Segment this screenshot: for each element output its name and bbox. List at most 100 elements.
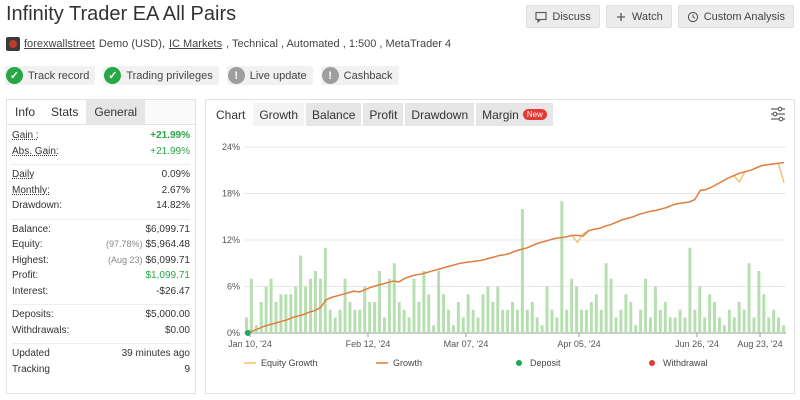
volume-bar	[476, 317, 480, 333]
volume-bar	[575, 286, 579, 333]
check-icon: ✓	[6, 67, 23, 84]
volume-bar	[560, 201, 564, 333]
broker-link[interactable]: IC Markets	[169, 38, 222, 50]
volume-bar	[378, 271, 381, 333]
stat-label: Equity:	[12, 239, 43, 251]
legend-deposit[interactable]: Deposit	[530, 358, 561, 368]
stat-label[interactable]: Gain :	[12, 130, 39, 141]
legend-withdrawal[interactable]: Withdrawal	[663, 358, 708, 368]
stats-panel: Info Stats General Gain : +21.99% Abs. Ga…	[6, 99, 196, 394]
watch-button[interactable]: Watch	[605, 5, 672, 28]
x-tick-label: Mar 07, '24	[444, 339, 489, 349]
volume-bar	[688, 247, 692, 333]
stat-label[interactable]: Daily	[12, 169, 34, 180]
tab-stats[interactable]: Stats	[43, 100, 87, 124]
tab-margin[interactable]: Margin New	[476, 103, 553, 126]
volume-bar	[663, 302, 667, 333]
volume-bar	[634, 325, 638, 333]
volume-bar	[752, 317, 756, 333]
volume-bar	[313, 271, 317, 333]
volume-bar	[373, 302, 377, 333]
stat-value: 2.67%	[161, 184, 190, 196]
divider	[12, 338, 190, 344]
volume-bar	[777, 317, 781, 333]
volume-bar	[358, 309, 362, 333]
avatar	[6, 37, 20, 51]
volume-bar	[486, 286, 490, 333]
equity-growth-line	[247, 162, 785, 334]
volume-bar	[304, 286, 308, 333]
volume-bar	[343, 278, 347, 333]
y-tick-label: 12%	[222, 235, 240, 245]
account-type: Demo (USD),	[98, 38, 165, 50]
volume-bar	[594, 294, 598, 333]
x-tick-label: Jan 10, '24	[228, 339, 272, 349]
x-tick-label: Jun 26, '24	[675, 339, 719, 349]
stat-deposits: Deposits: $5,000.00	[12, 307, 190, 323]
stat-label: Drawdown:	[12, 200, 63, 212]
volume-bar	[437, 271, 441, 333]
tab-balance[interactable]: Balance	[306, 103, 362, 126]
tab-growth[interactable]: Growth	[253, 103, 305, 126]
volume-bar	[530, 302, 534, 333]
badge-label: Live update	[249, 69, 307, 82]
volume-bar	[402, 309, 406, 333]
volume-bar	[442, 294, 446, 333]
x-tick-label: Aug 23, '24	[737, 339, 782, 349]
volume-bar	[461, 317, 465, 333]
badge-trading-privileges[interactable]: ✓ Trading privileges	[103, 66, 219, 85]
growth-chart[interactable]: 0% 6% 12% 18% 24% Jan 10, '24 Feb 12, '24 Mar 0…	[206, 135, 794, 393]
stat-label: Highest:	[12, 254, 49, 266]
filter-sliders-icon[interactable]	[770, 106, 786, 122]
chart-panel: Chart Growth Balance Profit Drawdown Mar…	[205, 99, 795, 394]
volume-bar	[614, 317, 618, 333]
volume-bar	[279, 294, 283, 333]
stat-profit: Profit: $1,099.71	[12, 268, 190, 284]
volume-bar	[417, 302, 421, 333]
volume-bar	[496, 286, 500, 333]
legend-growth[interactable]: Growth	[393, 358, 422, 368]
volume-bar	[397, 302, 401, 333]
stat-label: Updated	[12, 348, 50, 360]
user-link[interactable]: forexwallstreet	[24, 38, 95, 50]
volume-bar	[584, 309, 588, 333]
volume-bar	[456, 302, 460, 333]
badge-label: Cashback	[343, 69, 393, 82]
growth-line	[247, 161, 785, 334]
tab-profit[interactable]: Profit	[363, 103, 404, 126]
volume-bar	[535, 317, 539, 333]
legend-equity-growth[interactable]: Equity Growth	[261, 358, 318, 368]
stat-label[interactable]: Monthly:	[12, 185, 50, 196]
stats-list: Gain : +21.99% Abs. Gain: +21.99% Daily 0.0…	[7, 125, 195, 377]
badge-cashback[interactable]: ! Cashback	[320, 66, 399, 85]
custom-analysis-label: Custom Analysis	[703, 10, 785, 23]
tab-drawdown[interactable]: Drawdown	[405, 103, 475, 126]
volume-bar	[673, 317, 677, 333]
badge-track-record[interactable]: ✓ Track record	[5, 66, 96, 85]
tab-chart[interactable]: Chart	[210, 103, 252, 126]
stat-value: $6,099.71	[145, 223, 191, 235]
stat-label[interactable]: Abs. Gain:	[12, 146, 59, 157]
stat-monthly: Monthly: 2.67%	[12, 183, 190, 199]
volume-bar	[555, 317, 559, 333]
stat-label: Withdrawals:	[12, 324, 70, 336]
stat-value: $1,099.71	[145, 270, 191, 282]
tab-general[interactable]: General	[86, 100, 146, 124]
volume-bar	[348, 302, 352, 333]
volume-bar	[683, 317, 687, 333]
volume-bar	[422, 271, 426, 333]
volume-bar	[604, 263, 608, 333]
custom-analysis-button[interactable]: Custom Analysis	[677, 5, 794, 28]
badge-live-update[interactable]: ! Live update	[226, 66, 313, 85]
clock-icon	[687, 11, 698, 22]
volume-bar	[727, 309, 731, 333]
volume-bar	[747, 263, 751, 333]
stat-highest: Highest: (Aug 23) $6,099.71	[12, 253, 190, 269]
discuss-button[interactable]: Discuss	[526, 5, 600, 28]
volume-bar	[737, 302, 741, 333]
tab-info[interactable]: Info	[7, 100, 44, 124]
volume-bar	[511, 302, 515, 333]
volume-bar	[550, 309, 554, 333]
stat-value: +21.99%	[150, 145, 190, 157]
volume-bar	[589, 302, 593, 333]
